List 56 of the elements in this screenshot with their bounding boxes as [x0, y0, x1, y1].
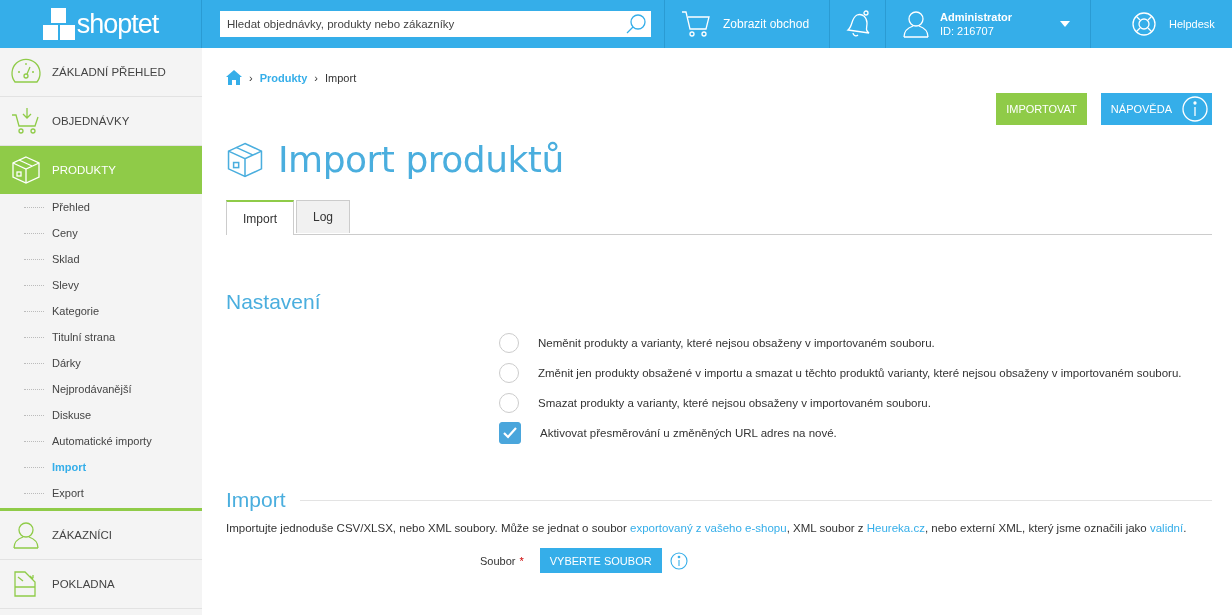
submenu-item[interactable]: Titulní strana [52, 331, 116, 343]
sidebar-item-label: OBJEDNÁVKY [52, 115, 130, 127]
submenu-item[interactable]: Sklad [52, 253, 80, 265]
checkbox[interactable] [499, 422, 521, 444]
description-text: Importujte jednoduše CSV/XLSX, nebo XML soubory. Může se jednat o soubor exportovaný z vašeho e-shopu, XML soubor z Heureka.cz, nebo externí XML, který jsme označili jako validní. [226, 522, 1188, 534]
submenu-item[interactable]: Dárky [52, 357, 81, 369]
sidebar-item[interactable]: ZÁKLADNÍ PŘEHLED [0, 48, 202, 97]
sidebar-item-label: ZÁKLADNÍ PŘEHLED [52, 66, 166, 78]
lifebuoy-icon [1131, 11, 1157, 37]
search-icon[interactable] [625, 13, 647, 35]
submenu-item[interactable]: Export [52, 487, 84, 499]
user-id: ID: 216707 [940, 25, 995, 37]
submenu-item[interactable]: Automatické importy [52, 435, 152, 447]
cart-icon [11, 107, 41, 135]
user-icon [902, 10, 930, 38]
radio-button[interactable] [499, 363, 519, 383]
cart-icon [681, 10, 711, 38]
option-label: Neměnit produkty a varianty, které nejsou obsaženy v importovaném souboru. [538, 337, 935, 349]
option-label: Změnit jen produkty obsažené v importu a smazat u těchto produktů varianty, které nejsou obsaženy v importovaném souboru. [538, 367, 1182, 379]
sidebar-item[interactable]: ZÁKAZNÍCI [0, 511, 202, 560]
submenu-item[interactable]: Kategorie [52, 305, 100, 317]
sidebar-item-label: POKLADNA [52, 578, 115, 590]
box-icon [11, 155, 41, 185]
bell-icon[interactable] [844, 10, 871, 38]
checkmark-icon [503, 427, 517, 439]
option-label: Smazat produkty a varianty, které nejsou obsaženy v importovaném souboru. [538, 397, 931, 409]
caret-icon [1060, 21, 1070, 27]
tab[interactable]: Import [226, 200, 294, 235]
info-icon[interactable] [669, 551, 688, 570]
breadcrumb-separator: › [314, 71, 319, 84]
user-name: Administrator [940, 11, 1014, 23]
search-field[interactable]: Hledat objednávky, produkty nebo zákazníky [220, 11, 651, 37]
sidebar-item-label: PRODUKTY [52, 164, 116, 176]
tab[interactable]: Log [296, 200, 351, 233]
option-label: Aktivovat přesměrování u změněných URL adres na nové. [540, 427, 837, 439]
breadcrumb-current: Import [325, 71, 357, 84]
submenu-item[interactable]: Nejprodávanější [52, 383, 132, 395]
radio-button[interactable] [499, 333, 519, 353]
section-heading: Nastavení [226, 290, 322, 314]
submenu-item[interactable]: Ceny [52, 227, 78, 239]
page-title: Import produktů [278, 139, 564, 180]
required-mark: * [519, 554, 524, 567]
info-icon [1182, 96, 1208, 122]
radio-button[interactable] [499, 393, 519, 413]
breadcrumb-separator: › [249, 71, 253, 84]
sidebar-item[interactable]: POKLADNA [0, 560, 202, 609]
home-icon[interactable] [226, 70, 242, 85]
submenu-item[interactable]: Slevy [52, 279, 79, 291]
box-icon [226, 140, 264, 179]
sidebar-item-label: ZÁKAZNÍCI [52, 529, 113, 541]
submenu-item[interactable]: Přehled [52, 201, 90, 213]
section-heading: Import [226, 488, 286, 512]
person-icon [12, 521, 40, 549]
logo-cubes-icon [42, 8, 75, 40]
field-label: Soubor [480, 554, 516, 567]
submenu-item[interactable]: Diskuse [52, 409, 92, 421]
